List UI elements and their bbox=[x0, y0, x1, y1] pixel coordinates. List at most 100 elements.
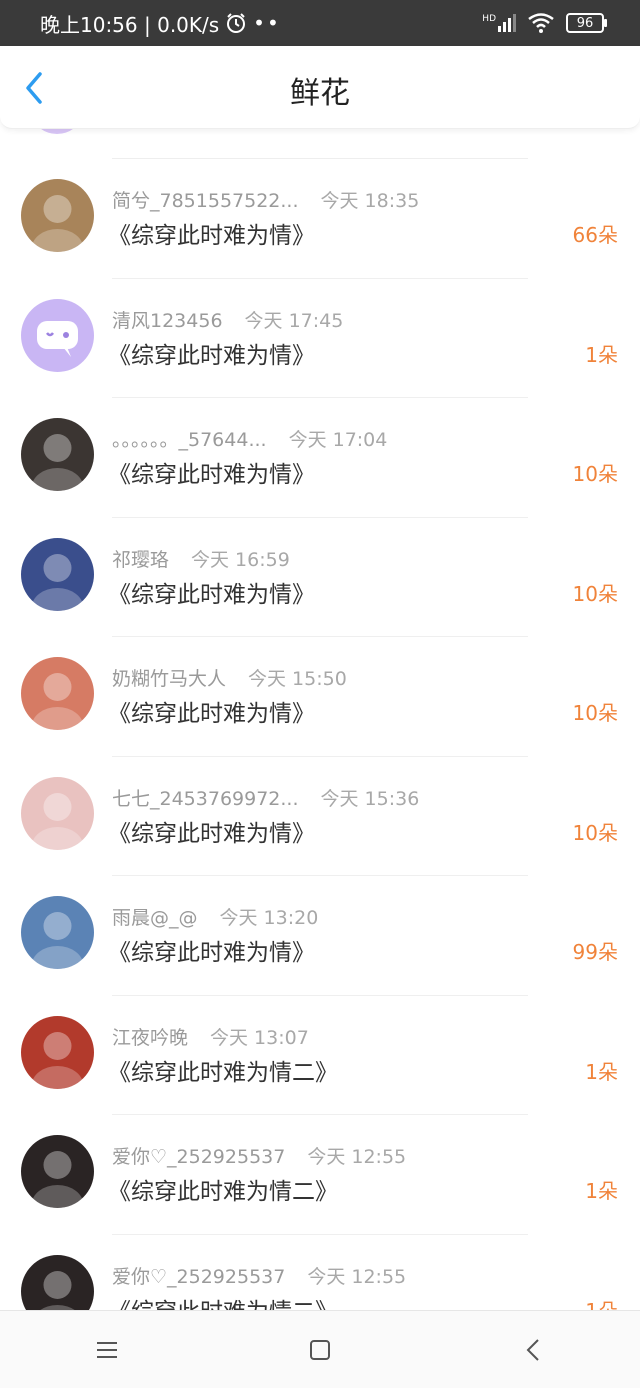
flower-count: 10朵 bbox=[572, 581, 618, 606]
battery-icon: 96 bbox=[566, 13, 607, 33]
list-item[interactable]: 。。。。。。_57644... 今天 17:04 《综穿此时难为情》 10朵 bbox=[0, 398, 640, 518]
user-photo-icon bbox=[31, 1031, 84, 1089]
avatar[interactable] bbox=[21, 537, 94, 611]
hd-label: HD bbox=[482, 14, 496, 24]
list-item[interactable]: 江夜吟晚 今天 13:07 《综穿此时难为情二》 1朵 bbox=[0, 996, 640, 1116]
book-title[interactable]: 《综穿此时难为情》 bbox=[108, 814, 315, 848]
name-line: 清风123456 今天 17:45 bbox=[112, 306, 343, 333]
user-photo-icon bbox=[31, 553, 84, 611]
list-item[interactable]: 祁璎珞 今天 16:59 《综穿此时难为情》 10朵 bbox=[0, 518, 640, 638]
status-left: 晚上10:56 | 0.0K/s •• bbox=[40, 9, 281, 38]
chevron-left-icon bbox=[26, 72, 42, 104]
user-name[interactable]: 爱你♡_252925537 bbox=[112, 1266, 285, 1288]
list-item[interactable]: 七七_2453769972... 今天 15:36 《综穿此时难为情》 10朵 bbox=[0, 757, 640, 877]
header: 鲜花 bbox=[0, 46, 640, 129]
name-line: 雨晨@_@ 今天 13:20 bbox=[112, 903, 318, 930]
timestamp: 今天 15:50 bbox=[248, 668, 347, 690]
user-photo-icon bbox=[31, 1151, 84, 1208]
avatar[interactable] bbox=[21, 1135, 94, 1208]
book-title[interactable]: 《综穿此时难为情》 bbox=[108, 933, 315, 967]
flower-count: 66朵 bbox=[572, 223, 618, 247]
status-time-speed: 晚上10:56 | 0.0K/s bbox=[40, 12, 220, 37]
dots-icon: •• bbox=[253, 11, 281, 35]
flower-count: 1朵 bbox=[585, 1295, 618, 1311]
book-title[interactable]: 《综穿此时难为情》 bbox=[108, 455, 315, 489]
user-name[interactable]: 爱你♡_252925537 bbox=[112, 1146, 285, 1168]
flower-count: 10朵 bbox=[572, 701, 618, 725]
avatar[interactable] bbox=[21, 657, 94, 730]
timestamp: 今天 12:55 bbox=[307, 1146, 407, 1168]
user-name[interactable]: 雨晨@_@ bbox=[112, 907, 198, 929]
menu-icon bbox=[96, 1341, 117, 1358]
avatar[interactable] bbox=[21, 1015, 94, 1089]
chat-bubble-icon bbox=[37, 320, 78, 357]
avatar[interactable] bbox=[21, 896, 94, 969]
wifi-icon bbox=[528, 13, 554, 33]
timestamp: 今天 13:20 bbox=[219, 907, 319, 929]
avatar[interactable] bbox=[21, 298, 94, 372]
book-title[interactable]: 《综穿此时难为情》 bbox=[108, 575, 315, 609]
user-photo-icon bbox=[31, 434, 84, 491]
system-nav-bar bbox=[0, 1310, 640, 1388]
flower-list: 简兮_7851557522... 今天 18:35 《综穿此时难为情》 66朵 清风12… bbox=[0, 128, 640, 1310]
alarm-icon bbox=[227, 13, 246, 33]
flower-count: 10朵 bbox=[572, 820, 618, 845]
flower-count: 99朵 bbox=[572, 940, 618, 964]
name-line: 爱你♡_252925537 今天 12:55 bbox=[112, 1262, 406, 1289]
flower-count: 1朵 bbox=[585, 1059, 618, 1084]
book-title[interactable]: 《综穿此时难为情二》 bbox=[108, 1172, 338, 1206]
avatar[interactable] bbox=[21, 1254, 94, 1310]
list-item-partial bbox=[0, 128, 640, 159]
name-line: 祁璎珞 今天 16:59 bbox=[112, 545, 290, 572]
user-photo-icon bbox=[31, 912, 84, 969]
timestamp: 今天 13:07 bbox=[210, 1026, 309, 1049]
user-name[interactable]: 奶糊竹马大人 bbox=[112, 668, 226, 690]
battery-level: 96 bbox=[576, 15, 594, 31]
list-item[interactable]: 雨晨@_@ 今天 13:20 《综穿此时难为情》 99朵 bbox=[0, 876, 640, 996]
list-item[interactable]: 简兮_7851557522... 今天 18:35 《综穿此时难为情》 66朵 bbox=[0, 159, 640, 279]
home-button[interactable] bbox=[280, 1320, 360, 1380]
avatar[interactable] bbox=[21, 179, 94, 252]
timestamp: 今天 17:45 bbox=[244, 309, 344, 332]
book-title[interactable]: 《综穿此时难为情》 bbox=[108, 336, 315, 370]
user-photo-icon bbox=[39, 1270, 76, 1310]
back-icon bbox=[526, 1338, 540, 1361]
book-title[interactable]: 《综穿此时难为情二》 bbox=[108, 1053, 338, 1087]
user-photo-icon bbox=[31, 792, 84, 850]
hd-signal-icon: HD bbox=[482, 14, 516, 32]
user-photo-icon bbox=[31, 673, 84, 730]
user-name[interactable]: 江夜吟晚 bbox=[112, 1027, 188, 1049]
user-name[interactable]: 七七_2453769972... bbox=[112, 788, 299, 810]
avatar[interactable] bbox=[21, 776, 94, 850]
rows-container: 简兮_7851557522... 今天 18:35 《综穿此时难为情》 66朵 清风12… bbox=[0, 159, 640, 1310]
timestamp: 今天 15:36 bbox=[320, 787, 420, 810]
name-line: 爱你♡_252925537 今天 12:55 bbox=[112, 1142, 406, 1169]
menu-button[interactable] bbox=[67, 1320, 147, 1380]
book-title[interactable]: 《综穿此时难为情》 bbox=[108, 216, 315, 250]
timestamp: 今天 18:35 bbox=[320, 190, 420, 212]
status-bar: 晚上10:56 | 0.0K/s •• HD 96 bbox=[0, 0, 640, 46]
name-line: 七七_2453769972... 今天 15:36 bbox=[112, 784, 419, 811]
name-line: 奶糊竹马大人 今天 15:50 bbox=[112, 664, 347, 691]
book-title[interactable]: 《综穿此时难为情》 bbox=[108, 694, 315, 728]
timestamp: 今天 16:59 bbox=[191, 548, 290, 571]
flower-count: 10朵 bbox=[572, 462, 618, 486]
user-name[interactable]: 简兮_7851557522... bbox=[112, 190, 299, 212]
user-name[interactable]: 祁璎珞 bbox=[112, 549, 169, 571]
avatar[interactable] bbox=[21, 418, 94, 491]
page-title: 鲜花 bbox=[290, 76, 350, 111]
name-line: 简兮_7851557522... 今天 18:35 bbox=[112, 186, 419, 213]
user-name[interactable]: 。。。。。。_57644... bbox=[112, 429, 267, 451]
status-right: HD 96 bbox=[482, 13, 607, 33]
user-name[interactable]: 清风123456 bbox=[112, 310, 223, 332]
back-button[interactable] bbox=[18, 68, 54, 108]
list-item[interactable]: 爱你♡_252925537 今天 12:55 《综穿此时难为情二》 1朵 bbox=[0, 1115, 640, 1235]
list-item[interactable]: 爱你♡_252925537 今天 12:55 《综穿此时难为情二》 1朵 bbox=[0, 1235, 640, 1311]
timestamp: 今天 17:04 bbox=[288, 429, 388, 451]
list-item[interactable]: 清风123456 今天 17:45 《综穿此时难为情》 1朵 bbox=[0, 279, 640, 399]
nav-back-button[interactable] bbox=[493, 1320, 573, 1380]
book-title[interactable]: 《综穿此时难为情二》 bbox=[108, 1292, 338, 1311]
user-photo-icon bbox=[31, 195, 84, 252]
name-line: 江夜吟晚 今天 13:07 bbox=[112, 1023, 309, 1050]
list-item[interactable]: 奶糊竹马大人 今天 15:50 《综穿此时难为情》 10朵 bbox=[0, 637, 640, 757]
